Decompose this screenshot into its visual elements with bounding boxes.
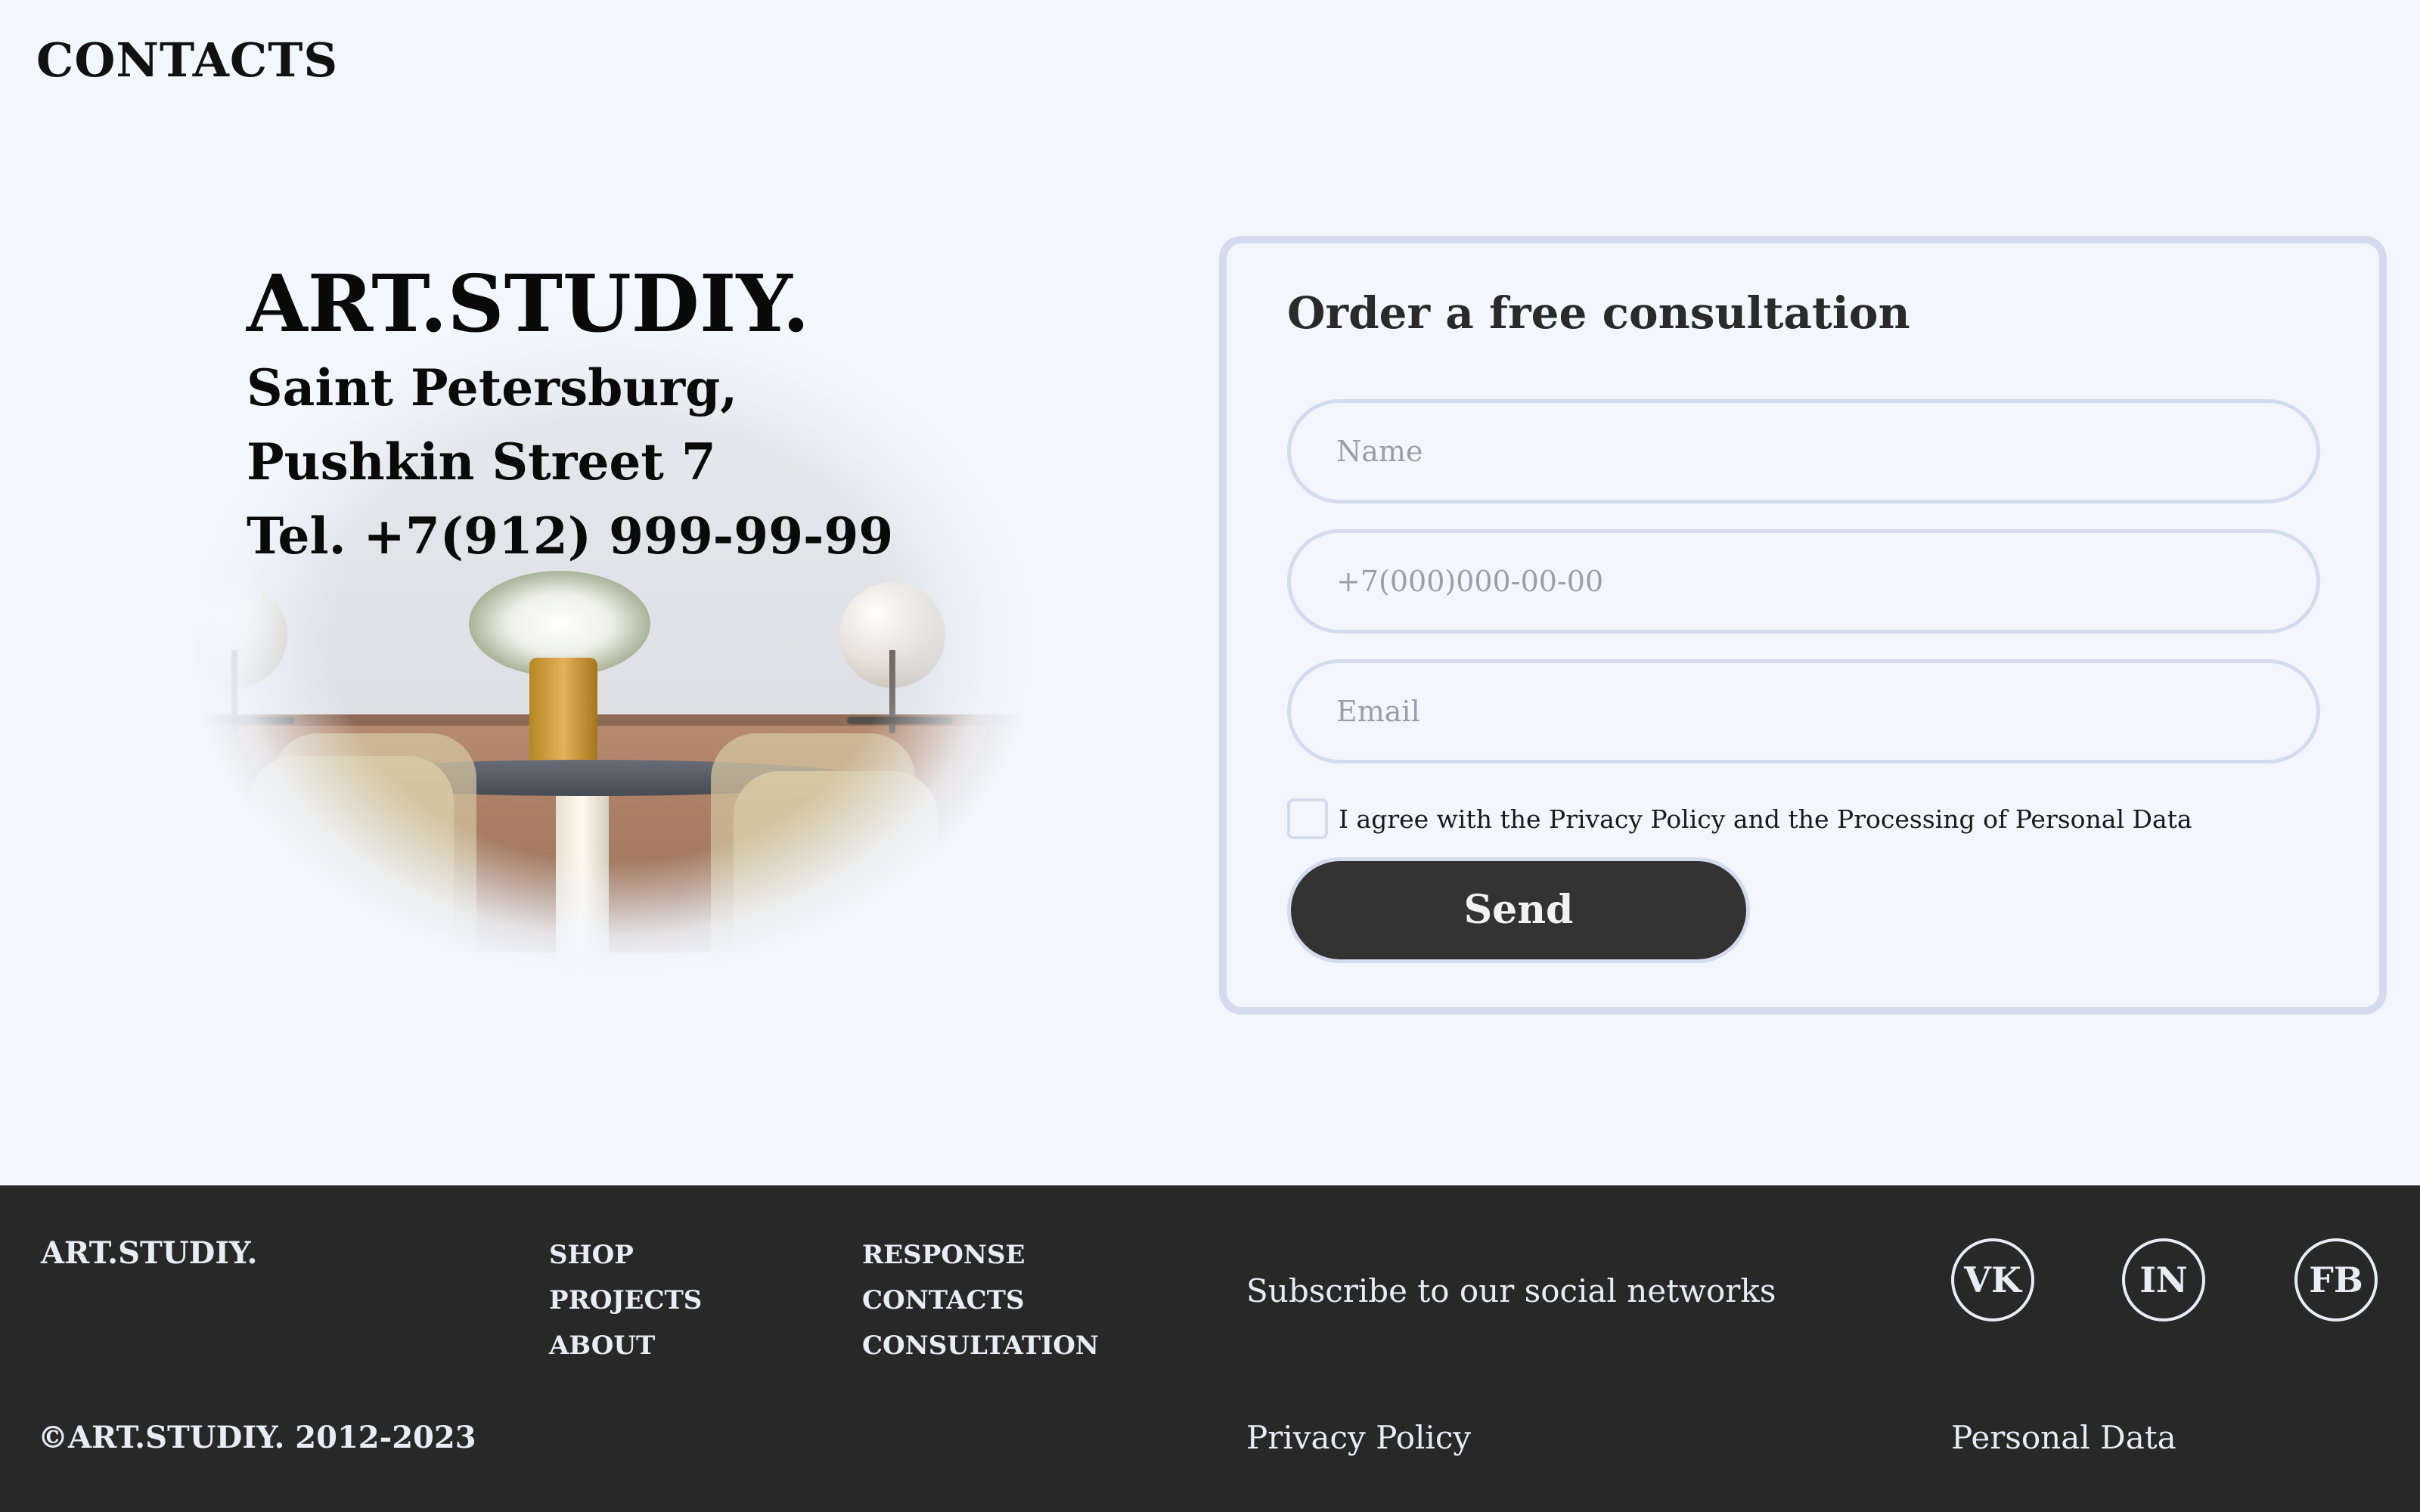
- vk-icon[interactable]: VK: [1951, 1238, 2034, 1321]
- facebook-icon[interactable]: FB: [2294, 1238, 2378, 1321]
- agree-label[interactable]: I agree with the Privacy Policy and the …: [1339, 804, 2192, 834]
- name-input[interactable]: [1287, 399, 2320, 503]
- footer-link-about[interactable]: ABOUT: [549, 1323, 702, 1368]
- instagram-icon[interactable]: IN: [2122, 1238, 2205, 1321]
- footer-link-contacts[interactable]: CONTACTS: [862, 1278, 1099, 1323]
- consultation-form: Order a free consultation I agree with t…: [1219, 236, 2387, 1015]
- footer: ART.STUDIY. SHOP PROJECTS ABOUT RESPONSE…: [0, 1185, 2420, 1512]
- privacy-policy-link[interactable]: Privacy Policy: [1246, 1415, 1471, 1461]
- subscribe-text: Subscribe to our social networks: [1246, 1272, 1776, 1309]
- footer-logo[interactable]: ART.STUDIY.: [41, 1231, 257, 1276]
- footer-nav-secondary: RESPONSE CONTACTS CONSULTATION: [862, 1232, 1099, 1368]
- company-name: ART.STUDIY.: [247, 257, 810, 350]
- send-button[interactable]: Send: [1287, 857, 1750, 963]
- contact-info: ART.STUDIY. Saint Petersburg, Pushkin St…: [247, 257, 893, 573]
- footer-link-projects[interactable]: PROJECTS: [549, 1278, 702, 1323]
- agree-checkbox[interactable]: [1287, 798, 1328, 839]
- address-city: Saint Petersburg,: [247, 358, 738, 417]
- personal-data-link[interactable]: Personal Data: [1951, 1415, 2176, 1461]
- address-street: Pushkin Street 7: [247, 432, 716, 491]
- phone-number[interactable]: Tel. +7(912) 999-99-99: [247, 499, 893, 573]
- footer-link-consultation[interactable]: CONSULTATION: [862, 1323, 1099, 1368]
- footer-nav-primary: SHOP PROJECTS ABOUT: [549, 1232, 702, 1368]
- agree-row: I agree with the Privacy Policy and the …: [1287, 797, 2192, 841]
- footer-link-response[interactable]: RESPONSE: [862, 1232, 1099, 1278]
- phone-input[interactable]: [1287, 529, 2320, 634]
- copyright: ©ART.STUDIY. 2012-2023: [38, 1420, 476, 1455]
- form-title: Order a free consultation: [1287, 287, 1910, 339]
- email-input[interactable]: [1287, 659, 2320, 764]
- section-title: CONTACTS: [36, 33, 339, 88]
- footer-link-shop[interactable]: SHOP: [549, 1232, 702, 1278]
